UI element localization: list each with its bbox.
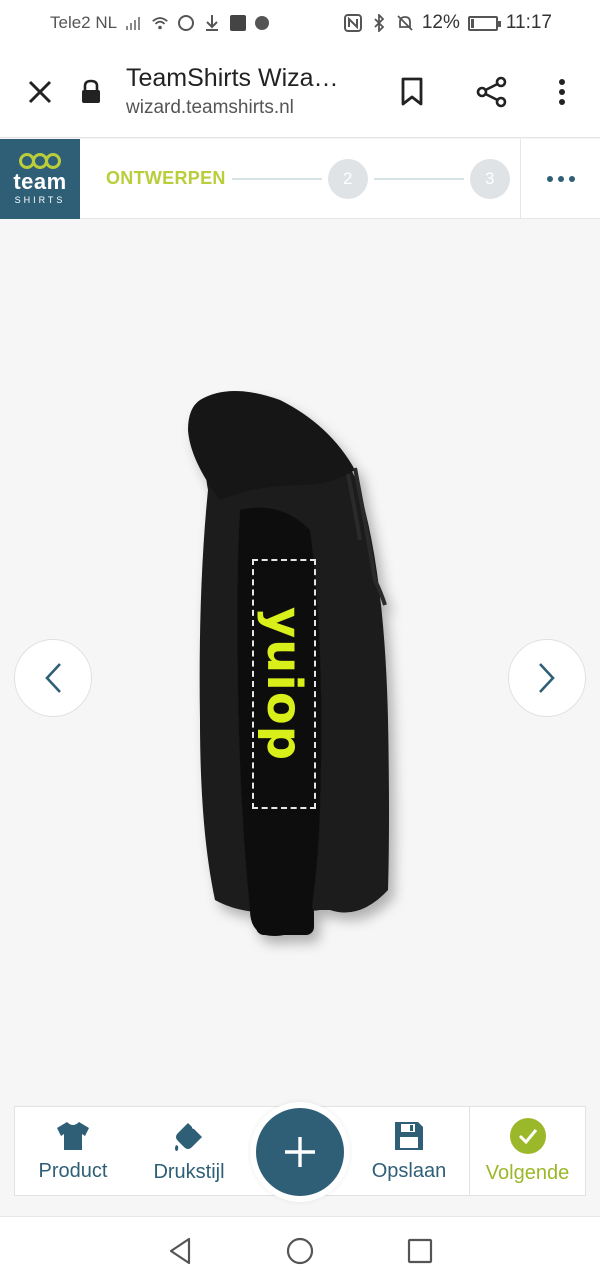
- close-button[interactable]: [0, 46, 80, 138]
- page-title: TeamShirts Wiza…: [126, 64, 339, 92]
- design-canvas[interactable]: yuiop: [0, 220, 600, 1100]
- android-navigation-bar: [0, 1216, 600, 1285]
- more-vert-icon: [559, 78, 565, 105]
- bluetooth-icon: [370, 14, 388, 32]
- bookmark-button[interactable]: [372, 46, 452, 138]
- check-icon: [509, 1117, 546, 1154]
- tshirt-icon: [57, 1121, 89, 1150]
- step-progress: ONTWERPEN 2 3: [80, 158, 520, 199]
- step-connector: [373, 177, 464, 180]
- recents-square-icon: [407, 1238, 433, 1264]
- recents-button[interactable]: [405, 1236, 435, 1266]
- signal-icon: [125, 14, 143, 32]
- dot-icon: [255, 16, 270, 30]
- drukstijl-button[interactable]: Drukstijl: [131, 1107, 247, 1195]
- plus-icon: [285, 1137, 315, 1167]
- step-2-indicator[interactable]: 2: [327, 158, 368, 199]
- more-horiz-button[interactable]: [520, 138, 600, 219]
- bookmark-icon: [401, 77, 423, 105]
- paint-bucket-icon: [175, 1122, 202, 1151]
- design-text[interactable]: yuiop: [256, 607, 312, 761]
- add-element-button[interactable]: [250, 1102, 350, 1202]
- home-circle-icon: [286, 1237, 314, 1265]
- nfc-icon: [343, 14, 362, 32]
- lock-icon: [82, 79, 100, 103]
- product-label: Product: [38, 1159, 108, 1182]
- share-icon: [476, 76, 507, 107]
- browser-bar: TeamShirts Wiza… wizard.teamshirts.nl: [0, 46, 600, 138]
- app-header: team SHIRTS ONTWERPEN 2 3: [0, 138, 600, 219]
- teamshirts-logo[interactable]: team SHIRTS: [0, 138, 80, 219]
- drukstijl-label: Drukstijl: [153, 1160, 225, 1183]
- back-triangle-icon: [169, 1237, 191, 1265]
- page-url: wizard.teamshirts.nl: [126, 97, 294, 118]
- app-icon: [229, 14, 247, 32]
- mute-icon: [396, 14, 414, 32]
- whatsapp-icon: [177, 14, 195, 32]
- next-view-button[interactable]: [508, 639, 586, 717]
- download-icon: [203, 14, 221, 32]
- more-horiz-icon: [546, 175, 553, 182]
- back-button[interactable]: [165, 1236, 195, 1266]
- home-button[interactable]: [285, 1236, 315, 1266]
- status-bar: Tele2 NL 12% 11:17: [0, 0, 600, 46]
- logo-rings-icon: [19, 152, 61, 169]
- clock: 11:17: [505, 12, 552, 33]
- battery-icon: [467, 15, 501, 31]
- lock-indicator: [80, 79, 126, 105]
- chevron-left-icon: [45, 663, 61, 693]
- wifi-icon: [151, 14, 169, 32]
- battery-percent: 12%: [421, 12, 460, 33]
- logo-subtitle: SHIRTS: [14, 194, 66, 205]
- opslaan-label: Opslaan: [371, 1159, 447, 1182]
- previous-view-button[interactable]: [14, 639, 92, 717]
- more-menu-button[interactable]: [532, 46, 592, 138]
- opslaan-button[interactable]: Opslaan: [351, 1107, 467, 1195]
- logo-word: team: [13, 168, 67, 194]
- close-icon: [28, 80, 52, 103]
- chevron-right-icon: [539, 663, 555, 693]
- step-3-indicator[interactable]: 3: [469, 158, 510, 199]
- print-area[interactable]: yuiop: [252, 559, 316, 809]
- url-block[interactable]: TeamShirts Wiza… wizard.teamshirts.nl: [126, 64, 372, 119]
- share-button[interactable]: [452, 46, 532, 138]
- volgende-label: Volgende: [485, 1161, 570, 1184]
- carrier-label: Tele2 NL: [50, 13, 118, 32]
- volgende-button[interactable]: Volgende: [469, 1107, 585, 1195]
- save-icon: [395, 1121, 423, 1150]
- product-button[interactable]: Product: [15, 1107, 131, 1195]
- step-1-label[interactable]: ONTWERPEN: [106, 168, 226, 189]
- step-connector: [231, 177, 322, 180]
